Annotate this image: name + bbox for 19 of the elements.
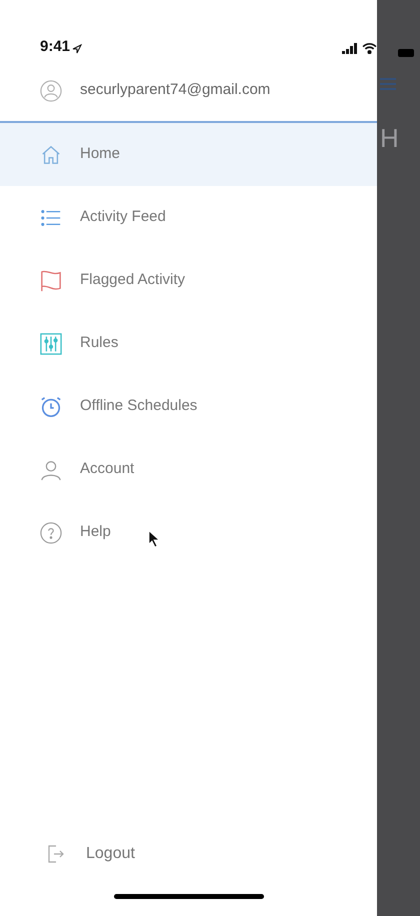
menu-icon	[380, 77, 396, 91]
battery-icon	[398, 49, 414, 57]
person-icon	[40, 458, 62, 480]
help-icon	[40, 522, 62, 544]
mouse-cursor-icon	[148, 530, 160, 548]
flag-icon	[40, 270, 62, 292]
menu-item[interactable]: Home	[0, 123, 377, 186]
background-title: H	[380, 122, 400, 155]
sliders-icon	[40, 332, 62, 354]
wifi-icon	[362, 43, 377, 54]
status-time: 9:41	[40, 36, 70, 56]
alarm-clock-icon	[40, 396, 62, 418]
user-avatar-icon	[40, 80, 62, 102]
house-icon	[40, 144, 62, 166]
signal-icon	[342, 43, 358, 54]
location-arrow-icon	[72, 44, 82, 54]
logout-button[interactable]: Logout	[48, 842, 135, 866]
account-email: securlyparent74@gmail.com	[80, 80, 270, 100]
logout-icon	[48, 845, 64, 863]
